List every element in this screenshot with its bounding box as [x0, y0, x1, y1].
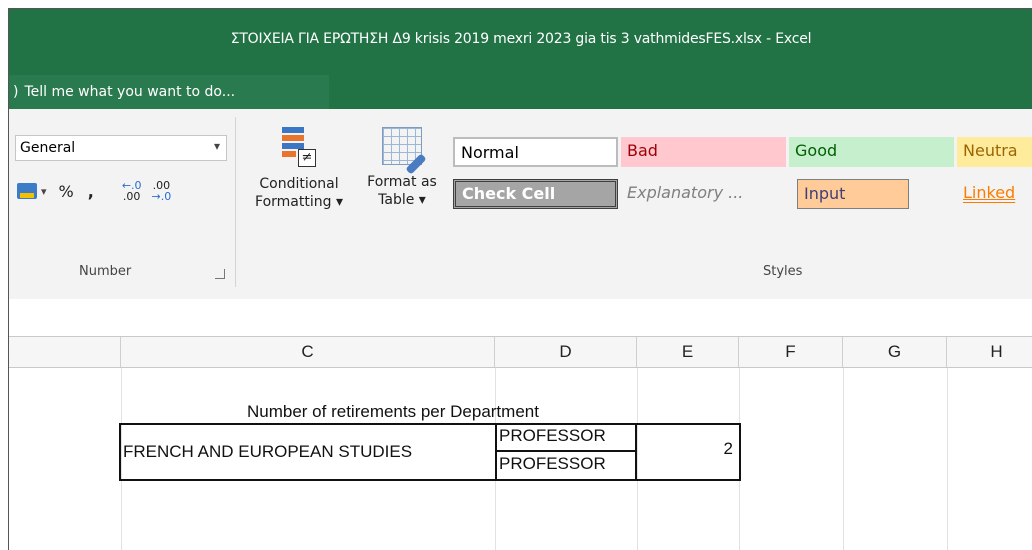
column-header-h[interactable]: H	[947, 337, 1032, 367]
column-header-c[interactable]: C	[121, 337, 495, 367]
number-format-dropdown[interactable]: General ▾	[15, 135, 227, 161]
chevron-down-icon[interactable]: ▾	[41, 185, 47, 198]
tell-me-box[interactable]: ) Tell me what you want to do...	[9, 75, 329, 109]
format-as-table-icon	[382, 127, 427, 175]
lightbulb-icon: )	[13, 84, 19, 100]
conditional-formatting-button[interactable]: ≠ Conditional Formatting ▾	[245, 127, 353, 211]
rank-cell-2[interactable]: PROFESSOR	[499, 454, 606, 474]
tell-me-text: Tell me what you want to do...	[24, 84, 236, 100]
style-bad[interactable]: Bad	[621, 137, 786, 167]
column-header-e[interactable]: E	[637, 337, 739, 367]
chevron-down-icon: ▾	[213, 139, 220, 153]
number-tools: ▾ % , ←.0.00 .00 →.0	[17, 179, 171, 203]
title-bar: ΣΤΟΙΧΕΙΑ ΓΙΑ ΕΡΩΤΗΣΗ Δ9 krisis 2019 mexr…	[9, 9, 1032, 75]
comma-style-button[interactable]: ,	[88, 182, 94, 201]
table-caption[interactable]: Number of retirements per Department	[247, 402, 539, 422]
increase-decimal-button[interactable]: ←.0.00	[122, 180, 142, 202]
style-input[interactable]: Input	[797, 179, 909, 209]
format-as-table-button[interactable]: Format as Table ▾	[359, 127, 445, 209]
style-neutral[interactable]: Neutra	[957, 137, 1032, 167]
tell-me-bar: ) Tell me what you want to do...	[9, 75, 1032, 109]
column-header-row: C D E F G H	[9, 336, 1032, 368]
column-header-b[interactable]	[9, 337, 121, 367]
percent-style-button[interactable]: %	[59, 182, 74, 201]
conditional-formatting-icon: ≠	[282, 127, 316, 167]
window-title: ΣΤΟΙΧΕΙΑ ΓΙΑ ΕΡΩΤΗΣΗ Δ9 krisis 2019 mexr…	[230, 31, 812, 47]
number-group-label: Number	[79, 264, 132, 279]
styles-group-label: Styles	[763, 264, 803, 279]
ribbon: General ▾ ▾ % , ←.0.00 .00 →.0 Number ≠ C…	[9, 109, 1032, 300]
style-check-cell[interactable]: Check Cell	[453, 179, 618, 209]
column-header-g[interactable]: G	[843, 337, 947, 367]
decrease-decimal-button[interactable]: .00 →.0	[152, 180, 172, 202]
worksheet: C D E F G H Number of retirements per De…	[9, 299, 1032, 550]
group-separator	[235, 117, 236, 287]
style-explanatory[interactable]: Explanatory ...	[621, 179, 786, 209]
dialog-launcher-icon[interactable]	[215, 269, 225, 279]
style-good[interactable]: Good	[789, 137, 954, 167]
column-header-f[interactable]: F	[739, 337, 843, 367]
column-header-d[interactable]: D	[495, 337, 637, 367]
count-cell[interactable]: 2	[709, 439, 733, 459]
style-normal[interactable]: Normal	[453, 137, 618, 167]
rank-cell-1[interactable]: PROFESSOR	[499, 426, 606, 446]
number-format-value: General	[20, 140, 76, 156]
department-cell[interactable]: FRENCH AND EUROPEAN STUDIES	[123, 442, 412, 462]
accounting-format-icon[interactable]	[17, 183, 37, 199]
excel-window: ΣΤΟΙΧΕΙΑ ΓΙΑ ΕΡΩΤΗΣΗ Δ9 krisis 2019 mexr…	[8, 8, 1032, 550]
style-linked-cell[interactable]: Linked	[957, 179, 1032, 209]
